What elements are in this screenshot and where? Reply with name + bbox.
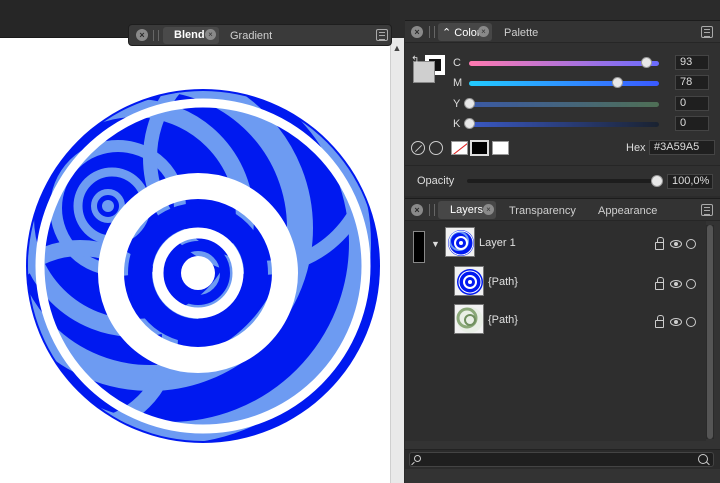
target-circle-icon[interactable] xyxy=(686,239,696,249)
layers-scrollbar[interactable] xyxy=(706,225,714,439)
slider-track[interactable] xyxy=(469,102,659,107)
layer-row-layer-1[interactable]: ▼ Layer 1 xyxy=(405,225,706,263)
swap-colors-icon[interactable]: ↰ xyxy=(411,55,419,66)
search-icon xyxy=(414,455,421,462)
close-tab-icon[interactable]: × xyxy=(478,26,489,37)
channel-value-input[interactable]: 93 xyxy=(675,55,709,70)
slider-track[interactable] xyxy=(469,122,659,127)
hex-input[interactable]: #3A59A5 xyxy=(649,140,715,155)
eye-icon[interactable] xyxy=(670,318,682,326)
layers-panel-tabbar: × Layers × Transparency Appearance xyxy=(405,199,720,221)
layers-search-row xyxy=(405,449,720,469)
unlock-icon[interactable] xyxy=(655,237,664,250)
tab-appearance[interactable]: Appearance xyxy=(598,205,657,217)
channel-label: C xyxy=(453,57,461,69)
eye-icon[interactable] xyxy=(670,280,682,288)
layer-row-path-1[interactable]: {Path} xyxy=(405,263,706,301)
grip-handle-icon[interactable] xyxy=(429,26,435,38)
layers-list: ▼ Layer 1 {Path} {Path} xyxy=(405,221,706,441)
tab-layers-label: Layers xyxy=(450,204,484,216)
opacity-slider-track[interactable] xyxy=(467,179,657,183)
slider-track[interactable] xyxy=(469,81,659,86)
slider-row-k: K0 xyxy=(453,116,715,132)
tab-palette[interactable]: Palette xyxy=(504,27,538,39)
opacity-slider-knob[interactable] xyxy=(651,175,663,187)
channel-value-input[interactable]: 0 xyxy=(675,96,709,111)
panel-menu-icon[interactable] xyxy=(701,204,713,216)
panel-menu-icon[interactable] xyxy=(376,29,388,41)
opacity-input[interactable]: 100,0% xyxy=(667,174,713,189)
disclosure-triangle-icon[interactable]: ▼ xyxy=(431,239,440,249)
close-panel-icon[interactable]: × xyxy=(411,204,423,216)
channel-label: M xyxy=(453,77,463,89)
layer-thumbnail xyxy=(445,227,475,257)
slider-row-y: Y0 xyxy=(453,96,715,112)
slider-track[interactable] xyxy=(469,61,659,66)
unlock-icon[interactable] xyxy=(655,315,664,328)
document-canvas[interactable] xyxy=(0,38,390,483)
tab-blend-label: Blend xyxy=(174,29,205,41)
zoom-icon[interactable] xyxy=(698,454,708,464)
blend-panel-tabbar: × Blend × Gradient xyxy=(128,24,392,46)
unlock-icon[interactable] xyxy=(655,277,664,290)
hex-label: Hex xyxy=(626,142,646,154)
tab-color-label: Color xyxy=(454,27,481,39)
canvas-vertical-scrollbar[interactable] xyxy=(390,38,404,483)
grip-handle-icon[interactable] xyxy=(429,204,435,216)
panel-menu-icon[interactable] xyxy=(701,26,713,38)
slider-row-c: C 93 xyxy=(453,55,715,71)
swatch-white[interactable] xyxy=(492,141,509,155)
path-thumbnail xyxy=(454,266,484,296)
target-circle-icon[interactable] xyxy=(686,317,696,327)
scroll-up-arrow-icon[interactable]: ▲ xyxy=(392,44,402,53)
color-mode-circle-icon[interactable] xyxy=(429,141,443,155)
slider-knob[interactable] xyxy=(612,77,624,88)
channel-label: Y xyxy=(453,98,461,110)
eyedropper-icon[interactable] xyxy=(411,141,425,155)
color-panel: × ⌃ Color × Palette ↰ C 93 M 78 Y 0 K 0 Hex #3A… xyxy=(405,20,720,196)
slider-knob[interactable] xyxy=(640,57,652,68)
layers-panel: × Layers × Transparency Appearance ▼ Lay… xyxy=(405,198,720,483)
eye-icon[interactable] xyxy=(670,240,682,248)
tab-transparency[interactable]: Transparency xyxy=(509,205,576,217)
tab-layers[interactable]: Layers × xyxy=(438,201,496,219)
app-window: ▲ × Blend × Gradient × ⌃ Color × Palette… xyxy=(0,0,720,483)
swatch-black[interactable] xyxy=(470,140,489,156)
close-panel-icon[interactable]: × xyxy=(136,29,148,41)
layers-scrollbar-thumb[interactable] xyxy=(707,225,713,439)
path-name: {Path} xyxy=(488,276,518,288)
slider-knob[interactable] xyxy=(464,98,475,109)
white-core xyxy=(181,256,215,290)
swatch-none[interactable] xyxy=(451,141,468,155)
tab-blend[interactable]: Blend × xyxy=(163,27,219,44)
path-thumbnail xyxy=(454,304,484,334)
tab-color[interactable]: ⌃ Color × xyxy=(438,23,492,41)
opacity-label: Opacity xyxy=(417,175,455,187)
color-tools-row: Hex #3A59A5 xyxy=(411,139,716,157)
close-tab-icon[interactable]: × xyxy=(205,29,216,40)
channel-value-input[interactable]: 78 xyxy=(675,75,709,90)
divider xyxy=(405,165,720,166)
slider-row-m: M 78 xyxy=(453,75,715,91)
target-circle-icon[interactable] xyxy=(686,279,696,289)
close-tab-icon[interactable]: × xyxy=(483,204,494,215)
tab-gradient[interactable]: Gradient xyxy=(230,30,272,42)
close-panel-icon[interactable]: × xyxy=(411,26,423,38)
grip-handle-icon[interactable] xyxy=(153,30,159,41)
layer-name: Layer 1 xyxy=(479,237,516,249)
layer-row-path-2[interactable]: {Path} xyxy=(405,301,706,339)
channel-label: K xyxy=(453,118,461,130)
layer-color-indicator[interactable] xyxy=(413,231,425,263)
slider-knob[interactable] xyxy=(464,118,475,129)
artwork[interactable] xyxy=(0,38,390,483)
channel-value-input[interactable]: 0 xyxy=(675,116,709,131)
layers-search-input[interactable] xyxy=(409,452,714,467)
path-name: {Path} xyxy=(488,314,518,326)
color-panel-tabbar: × ⌃ Color × Palette xyxy=(405,21,720,43)
